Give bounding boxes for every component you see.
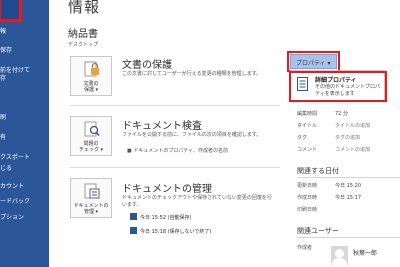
check-for-issues-button[interactable]: 問題の チェック ▾	[70, 116, 112, 156]
version-item[interactable]: 今日 15:52 (自動保存)	[130, 213, 192, 221]
protect-document-button[interactable]: 文書の 保護 ▾	[70, 56, 112, 96]
sidebar-item-print[interactable]: 刷	[0, 114, 49, 122]
property-label: 作成者	[297, 245, 313, 251]
property-value: 今日 15:17	[335, 195, 361, 201]
sidebar-item-feedback[interactable]: ードバック	[0, 198, 49, 206]
comments-field[interactable]: コメントの追加	[335, 146, 370, 153]
section-title: 文書の保護	[122, 60, 172, 71]
section-title: ドキュメントの管理	[122, 184, 212, 195]
manage-document-button[interactable]: ドキュメントの 管理 ▾	[70, 178, 112, 218]
lock-key-icon	[84, 61, 99, 77]
document-location: デスクトップ	[68, 42, 99, 48]
button-label: ドキュメントの 管理 ▾	[73, 203, 109, 215]
tags-field[interactable]: タグの追加	[335, 134, 360, 141]
page-title: 情報	[68, 0, 101, 16]
title-field[interactable]: タイトルの追加	[335, 122, 370, 129]
highlight-frame	[287, 51, 340, 72]
version-item[interactable]: 今日 15:18 (保存しないで終了)	[130, 227, 211, 235]
section-description: この文書に対してユーザーが行える変更の種類を管理します。	[122, 71, 262, 77]
sidebar-item-save-as[interactable]: 前を付けて 存	[0, 67, 49, 83]
sidebar-item-close[interactable]: じる	[0, 165, 49, 173]
avatar	[331, 246, 348, 265]
section-description: ファイルを公開する前に、ファイルの次の項目を確認します。	[122, 132, 262, 138]
property-value: 今日 15:20	[335, 183, 361, 189]
property-label: 印刷日時	[297, 207, 318, 213]
divider	[297, 237, 400, 238]
highlight-frame	[0, 0, 22, 22]
highlight-frame	[289, 71, 387, 102]
property-label: 作成日時	[297, 195, 318, 201]
section-description: ドキュメントのチェックアウトや保存されていない変更の回復を行います。	[122, 195, 272, 208]
divider	[70, 167, 280, 168]
property-label: タイトル	[297, 123, 318, 129]
button-label: 問題の チェック ▾	[78, 141, 104, 153]
property-label: 編集時間	[297, 111, 318, 117]
sidebar-item-account[interactable]: カウント	[0, 183, 49, 191]
property-label: コメント	[297, 147, 318, 153]
property-label: 更新日時	[297, 183, 318, 189]
manage-document-icon	[84, 183, 100, 199]
sidebar-item-save[interactable]: 保存	[0, 47, 49, 55]
avatar-body	[332, 258, 347, 265]
inspect-icon	[84, 121, 100, 137]
backstage-sidebar: 報 保存 前を付けて 存 刷 有 クスポート じる カウント ードバック プショ…	[0, 0, 49, 267]
property-label: タグ	[297, 135, 308, 141]
word-doc-icon	[130, 227, 137, 234]
avatar-head	[335, 249, 344, 258]
author-name[interactable]: 秋葉一郎	[353, 248, 377, 257]
divider	[70, 105, 280, 106]
sidebar-item-share[interactable]: 有	[0, 134, 49, 142]
word-doc-icon	[130, 213, 137, 220]
sidebar-item-label: 前を付けて	[0, 67, 31, 74]
section-title: ドキュメント検査	[122, 121, 202, 132]
section-bullet: ■ ドキュメントのプロパティ、作成者の名前	[127, 148, 229, 154]
divider	[297, 177, 400, 178]
property-value: 72 分	[335, 111, 348, 117]
sidebar-item-label[interactable]: 報	[0, 28, 49, 36]
sidebar-item-label: 存	[0, 75, 7, 82]
document-name: 納品書	[68, 29, 98, 40]
sidebar-item-options[interactable]: プション	[0, 214, 49, 222]
related-dates-heading: 関連する日付	[297, 167, 339, 175]
button-label: 文書の 保護 ▾	[83, 81, 99, 93]
related-people-heading: 関連ユーザー	[297, 227, 339, 235]
sidebar-item-export[interactable]: クスポート	[0, 154, 49, 162]
